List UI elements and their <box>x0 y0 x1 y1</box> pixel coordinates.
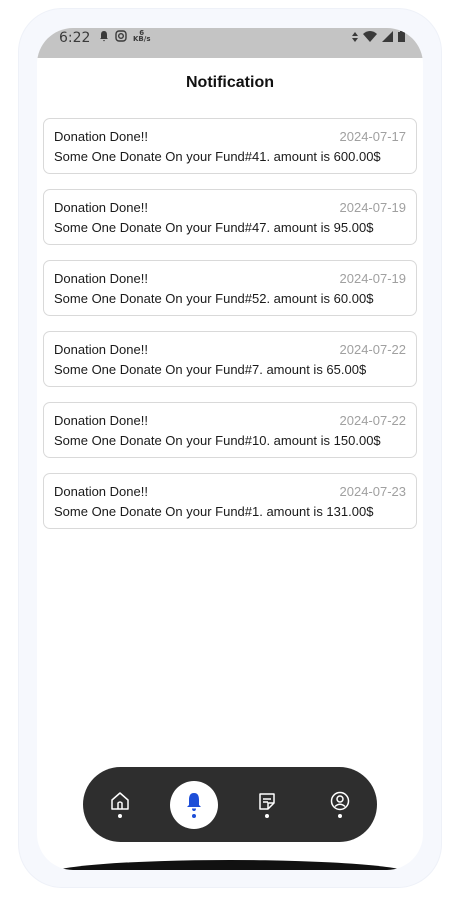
notification-title: Donation Done!! <box>54 129 148 144</box>
notification-title: Donation Done!! <box>54 342 148 357</box>
notification-message: Some One Donate On your Fund#52. amount … <box>54 291 374 306</box>
notification-date: 2024-07-22 <box>339 342 407 357</box>
notification-date: 2024-07-19 <box>339 200 407 215</box>
screen-bottom-edge <box>49 860 411 870</box>
nav-indicator-dot <box>192 814 196 818</box>
status-icons-left: 6 KB/s <box>99 30 151 43</box>
nav-indicator-dot <box>265 814 269 818</box>
bottom-nav <box>83 767 377 842</box>
wifi-icon <box>363 31 377 42</box>
notification-message: Some One Donate On your Fund#1. amount i… <box>54 504 374 519</box>
notification-card[interactable]: Donation Done!! 2024-07-17 Some One Dona… <box>43 118 417 174</box>
notification-bell-icon <box>100 31 108 42</box>
nav-indicator-dot <box>118 814 122 818</box>
network-speed-unit: KB/s <box>133 35 151 43</box>
notification-message: Some One Donate On your Fund#47. amount … <box>54 220 374 235</box>
notification-message: Some One Donate On your Fund#10. amount … <box>54 433 381 448</box>
notification-date: 2024-07-17 <box>339 129 407 144</box>
notification-message: Some One Donate On your Fund#7. amount i… <box>54 362 367 377</box>
status-icons-right <box>352 31 405 42</box>
nav-notes-button[interactable] <box>243 767 291 842</box>
notification-date: 2024-07-19 <box>339 271 407 286</box>
battery-icon <box>398 31 405 42</box>
nav-indicator-dot <box>338 814 342 818</box>
nav-active-highlight <box>170 781 218 829</box>
notification-card[interactable]: Donation Done!! 2024-07-22 Some One Dona… <box>43 402 417 458</box>
notification-card[interactable]: Donation Done!! 2024-07-19 Some One Dona… <box>43 260 417 316</box>
status-time: 6:22 <box>59 30 91 46</box>
notes-icon <box>259 793 275 810</box>
nav-notifications-button[interactable] <box>170 767 218 842</box>
notification-title: Donation Done!! <box>54 484 148 499</box>
bell-icon <box>187 793 201 811</box>
phone-screen: 6:22 6 KB/s Notification Donation Done!!… <box>37 28 423 870</box>
status-bar: 6:22 6 KB/s <box>37 28 423 58</box>
notification-list: Donation Done!! 2024-07-17 Some One Dona… <box>43 118 417 544</box>
notification-date: 2024-07-22 <box>339 413 407 428</box>
notification-title: Donation Done!! <box>54 413 148 428</box>
notification-card[interactable]: Donation Done!! 2024-07-23 Some One Dona… <box>43 473 417 529</box>
page-title: Notification <box>186 74 274 91</box>
data-arrows-icon <box>352 31 358 42</box>
notification-title: Donation Done!! <box>54 200 148 215</box>
instagram-icon <box>115 30 127 42</box>
notification-date: 2024-07-23 <box>339 484 407 499</box>
notification-card[interactable]: Donation Done!! 2024-07-19 Some One Dona… <box>43 189 417 245</box>
profile-icon <box>330 791 350 811</box>
nav-profile-button[interactable] <box>316 767 364 842</box>
notification-message: Some One Donate On your Fund#41. amount … <box>54 149 381 164</box>
home-icon <box>111 792 129 810</box>
notification-card[interactable]: Donation Done!! 2024-07-22 Some One Dona… <box>43 331 417 387</box>
signal-icon <box>382 31 393 42</box>
nav-home-button[interactable] <box>96 767 144 842</box>
network-speed: 6 KB/s <box>133 30 151 43</box>
notification-title: Donation Done!! <box>54 271 148 286</box>
